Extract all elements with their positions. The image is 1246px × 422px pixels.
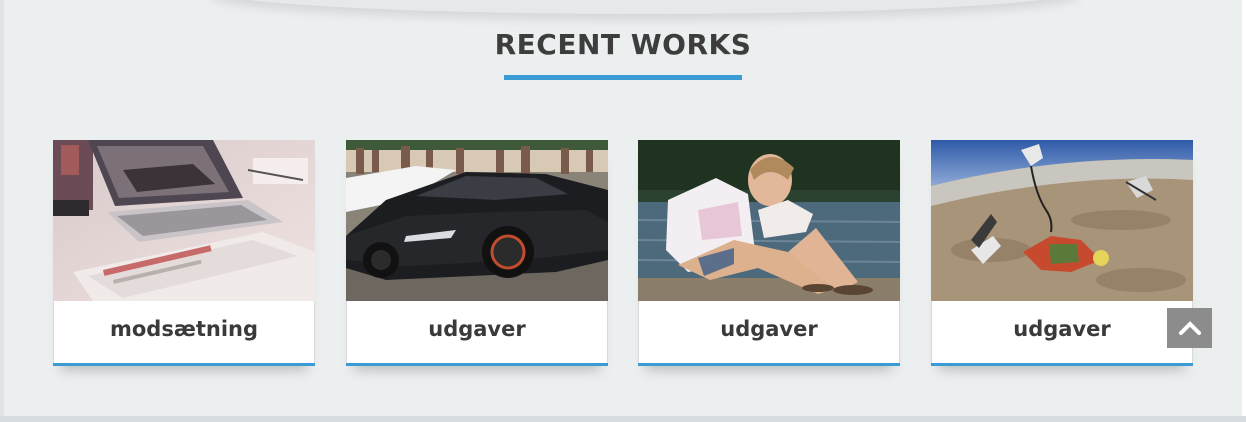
- work-thumbnail-girl[interactable]: [638, 140, 900, 301]
- work-title[interactable]: udgaver: [638, 301, 900, 363]
- girl-sitting-by-lake-photo: [638, 140, 900, 301]
- black-sports-car-photo: [346, 140, 608, 301]
- work-card[interactable]: udgaver: [346, 140, 608, 366]
- work-thumbnail-skydivers[interactable]: [931, 140, 1193, 301]
- section-top-divider: [210, 0, 1080, 14]
- work-title[interactable]: udgaver: [346, 301, 608, 363]
- section-bottom-border: [0, 416, 1246, 422]
- work-card[interactable]: udgaver: [931, 140, 1193, 366]
- section-heading: RECENT WORKS: [494, 28, 752, 61]
- work-title[interactable]: modsætning: [53, 301, 315, 363]
- laptop-newspaper-photo: [53, 140, 315, 301]
- chevron-up-icon: [1178, 321, 1201, 335]
- page-right-edge: [1242, 0, 1246, 422]
- scroll-to-top-button[interactable]: [1167, 308, 1212, 348]
- card-accent-bar: [931, 363, 1193, 366]
- card-accent-bar: [638, 363, 900, 366]
- skydivers-freefall-photo: [931, 140, 1193, 301]
- heading-underline: [504, 75, 742, 80]
- work-title[interactable]: udgaver: [931, 301, 1193, 363]
- card-accent-bar: [346, 363, 608, 366]
- card-accent-bar: [53, 363, 315, 366]
- page-left-edge: [0, 0, 4, 422]
- work-thumbnail-car[interactable]: [346, 140, 608, 301]
- work-card[interactable]: udgaver: [638, 140, 900, 366]
- work-card[interactable]: modsætning: [53, 140, 315, 366]
- work-thumbnail-laptop[interactable]: [53, 140, 315, 301]
